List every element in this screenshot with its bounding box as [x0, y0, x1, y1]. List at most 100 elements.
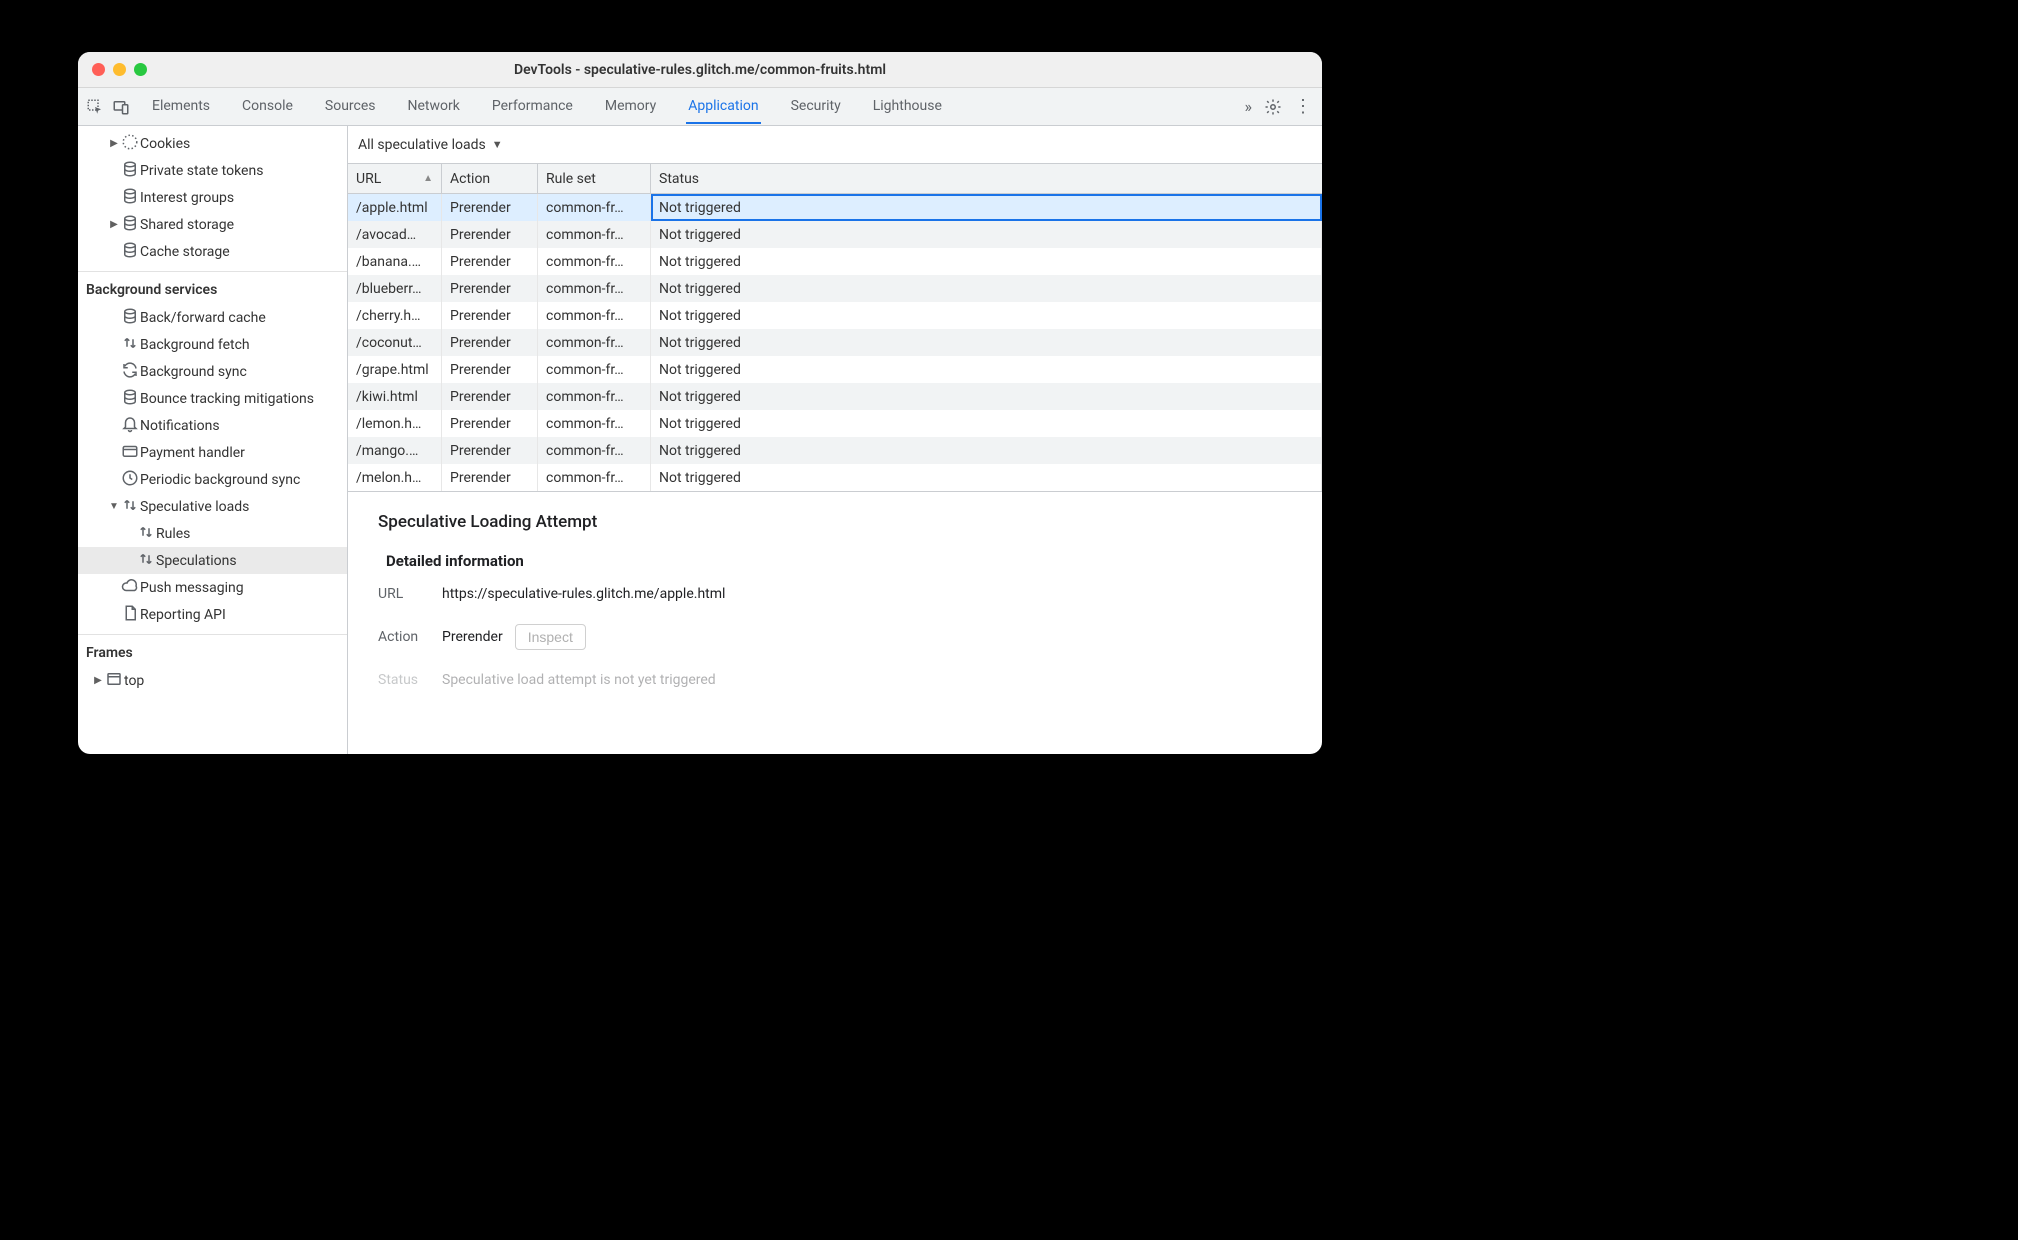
cell-action: Prerender [442, 410, 538, 437]
inspect-button[interactable]: Inspect [515, 624, 586, 650]
more-tabs-icon[interactable]: » [1245, 97, 1253, 116]
sidebar-item-speculative-loads[interactable]: ▼Speculative loads [78, 493, 347, 520]
table-row[interactable]: /banana.…Prerendercommon-fr…Not triggere… [348, 248, 1322, 275]
sidebar-item-push-messaging[interactable]: Push messaging [78, 574, 347, 601]
device-toolbar-icon[interactable] [112, 98, 130, 116]
cell-url: /kiwi.html [348, 383, 442, 410]
detail-status-value: Speculative load attempt is not yet trig… [442, 672, 716, 688]
db-icon [120, 214, 140, 236]
cell-url: /melon.h… [348, 464, 442, 491]
db-icon [120, 160, 140, 182]
close-icon[interactable] [92, 63, 105, 76]
cell-status: Not triggered [651, 194, 1322, 221]
tab-lighthouse[interactable]: Lighthouse [871, 89, 944, 124]
sidebar-item-label: Rules [156, 526, 190, 542]
table-row[interactable]: /mango.…Prerendercommon-fr…Not triggered [348, 437, 1322, 464]
cell-url: /banana.… [348, 248, 442, 275]
sidebar-item-periodic-background-sync[interactable]: Periodic background sync [78, 466, 347, 493]
detail-action-value: Prerender [442, 629, 503, 645]
sidebar-item-label: Interest groups [140, 190, 234, 206]
table-row[interactable]: /grape.htmlPrerendercommon-fr…Not trigge… [348, 356, 1322, 383]
tab-performance[interactable]: Performance [490, 89, 575, 124]
kebab-menu-icon[interactable]: ⋮ [1294, 98, 1312, 116]
sidebar-item-top[interactable]: ▶ top [78, 667, 347, 694]
sync-icon [120, 361, 140, 383]
cell-url: /lemon.h… [348, 410, 442, 437]
table-row[interactable]: /avocad…Prerendercommon-fr…Not triggered [348, 221, 1322, 248]
sidebar-item-background-fetch[interactable]: Background fetch [78, 331, 347, 358]
tab-console[interactable]: Console [240, 89, 295, 124]
sidebar-item-reporting-api[interactable]: Reporting API [78, 601, 347, 628]
tab-elements[interactable]: Elements [150, 89, 212, 124]
column-action[interactable]: Action [442, 164, 538, 193]
db-icon [120, 187, 140, 209]
column-ruleset[interactable]: Rule set [538, 164, 651, 193]
card-icon [120, 442, 140, 464]
cell-url: /mango.… [348, 437, 442, 464]
sidebar-item-shared-storage[interactable]: ▶Shared storage [78, 211, 347, 238]
table-row[interactable]: /kiwi.htmlPrerendercommon-fr…Not trigger… [348, 383, 1322, 410]
sidebar-item-label: Speculations [156, 553, 237, 569]
table-row[interactable]: /melon.h…Prerendercommon-fr…Not triggere… [348, 464, 1322, 491]
sidebar-item-label: Periodic background sync [140, 472, 300, 488]
db-icon [120, 241, 140, 263]
cell-url: /blueberr… [348, 275, 442, 302]
column-status[interactable]: Status [651, 164, 1322, 193]
sidebar-item-label: Cookies [140, 136, 190, 152]
sidebar-item-label: top [124, 673, 144, 689]
cell-status: Not triggered [651, 275, 1322, 302]
sidebar-item-interest-groups[interactable]: Interest groups [78, 184, 347, 211]
table-row[interactable]: /apple.htmlPrerendercommon-fr…Not trigge… [348, 194, 1322, 221]
sidebar-item-back-forward-cache[interactable]: Back/forward cache [78, 304, 347, 331]
minimize-icon[interactable] [113, 63, 126, 76]
table-row[interactable]: /coconut…Prerendercommon-fr…Not triggere… [348, 329, 1322, 356]
sidebar-section-background-services: Background services [78, 272, 347, 304]
sidebar-item-label: Shared storage [140, 217, 234, 233]
sidebar-item-label: Reporting API [140, 607, 226, 623]
tab-application[interactable]: Application [686, 89, 760, 124]
table-row[interactable]: /cherry.h…Prerendercommon-fr…Not trigger… [348, 302, 1322, 329]
tab-security[interactable]: Security [789, 89, 843, 124]
column-url[interactable]: URL ▲ [348, 164, 442, 193]
page-icon [120, 604, 140, 626]
cell-status: Not triggered [651, 383, 1322, 410]
tab-network[interactable]: Network [406, 89, 462, 124]
sidebar-item-speculations[interactable]: Speculations [78, 547, 347, 574]
table-row[interactable]: /lemon.h…Prerendercommon-fr…Not triggere… [348, 410, 1322, 437]
filter-bar[interactable]: All speculative loads ▼ [348, 126, 1322, 164]
detail-url-label: URL [378, 586, 442, 602]
bell-icon [120, 415, 140, 437]
sidebar-item-background-sync[interactable]: Background sync [78, 358, 347, 385]
sidebar-item-cookies[interactable]: ▶Cookies [78, 130, 347, 157]
sidebar-item-payment-handler[interactable]: Payment handler [78, 439, 347, 466]
detail-panel: Speculative Loading Attempt Detailed inf… [348, 491, 1322, 720]
cell-url: /cherry.h… [348, 302, 442, 329]
sidebar-item-notifications[interactable]: Notifications [78, 412, 347, 439]
cell-status: Not triggered [651, 248, 1322, 275]
table-row[interactable]: /blueberr…Prerendercommon-fr…Not trigger… [348, 275, 1322, 302]
db-icon [120, 388, 140, 410]
main-panel: All speculative loads ▼ URL ▲ Action Rul… [348, 126, 1322, 754]
table-body: /apple.htmlPrerendercommon-fr…Not trigge… [348, 194, 1322, 491]
inspect-element-icon[interactable] [86, 98, 104, 116]
updown-icon [136, 550, 156, 572]
cell-status: Not triggered [651, 302, 1322, 329]
settings-icon[interactable] [1264, 98, 1282, 116]
cell-status: Not triggered [651, 356, 1322, 383]
sidebar-item-label: Bounce tracking mitigations [140, 391, 314, 407]
sidebar-item-rules[interactable]: Rules [78, 520, 347, 547]
cell-status: Not triggered [651, 464, 1322, 491]
chevron-icon: ▶ [92, 675, 104, 686]
cell-action: Prerender [442, 383, 538, 410]
sidebar-item-cache-storage[interactable]: Cache storage [78, 238, 347, 265]
sidebar-item-label: Private state tokens [140, 163, 263, 179]
maximize-icon[interactable] [134, 63, 147, 76]
sidebar-item-bounce-tracking-mitigations[interactable]: Bounce tracking mitigations [78, 385, 347, 412]
tab-sources[interactable]: Sources [323, 89, 378, 124]
cell-action: Prerender [442, 221, 538, 248]
cell-action: Prerender [442, 248, 538, 275]
tab-memory[interactable]: Memory [603, 89, 658, 124]
sidebar-item-private-state-tokens[interactable]: Private state tokens [78, 157, 347, 184]
frame-icon [104, 670, 124, 692]
cell-action: Prerender [442, 356, 538, 383]
